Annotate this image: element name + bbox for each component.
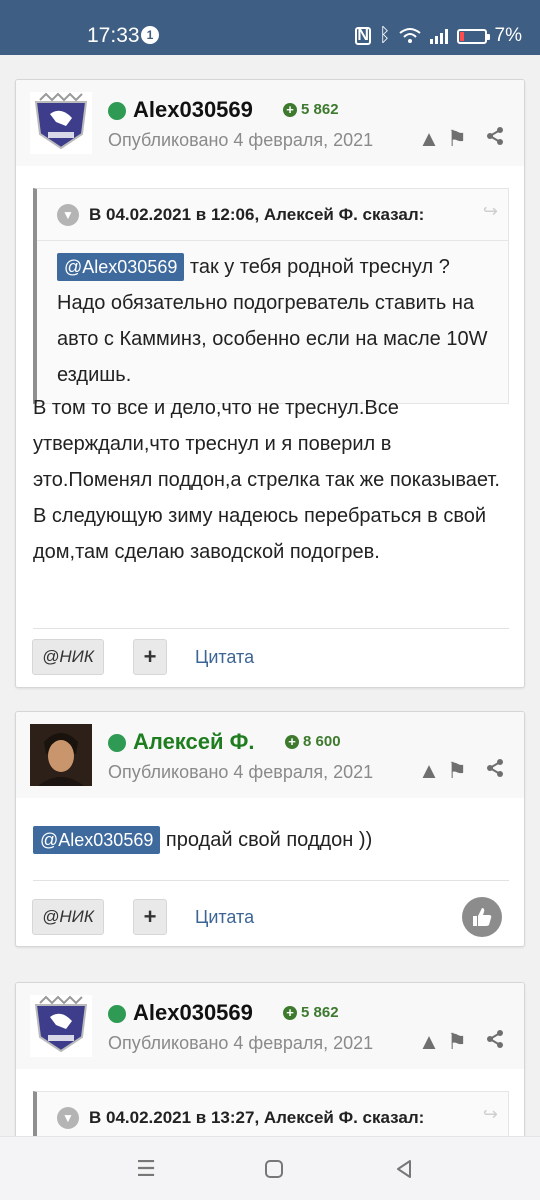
plus-icon: + — [285, 734, 299, 749]
post-card: Алексей Ф. + 8 600 Опубликовано 4 феврал… — [15, 711, 525, 947]
post-date[interactable]: Опубликовано 4 февраля, 2021 — [108, 1031, 373, 1055]
quote-body: @Alex030569 так у тебя родной треснул ? … — [37, 241, 508, 403]
like-icon[interactable] — [462, 897, 502, 937]
online-indicator — [108, 734, 126, 752]
report-icon[interactable]: ▲ — [416, 126, 442, 152]
gaz-logo-icon — [30, 995, 92, 1057]
mention-nick-button[interactable]: @НИК — [32, 899, 104, 935]
avatar[interactable] — [30, 92, 92, 154]
share-icon[interactable] — [482, 758, 508, 784]
avatar[interactable] — [30, 724, 92, 786]
gaz-logo-icon — [30, 92, 92, 154]
post-date[interactable]: Опубликовано 4 февраля, 2021 — [108, 128, 373, 152]
post-card: Alex030569 + 5 862 Опубликовано 4 феврал… — [15, 79, 525, 688]
quote-link-icon[interactable]: ↪ — [483, 201, 498, 222]
report-icon[interactable]: ▲ — [416, 1029, 442, 1055]
system-navigation-bar: ☰ — [0, 1136, 540, 1200]
divider — [33, 880, 509, 881]
online-indicator — [108, 1005, 126, 1023]
plus-icon: + — [283, 1005, 297, 1020]
flag-icon[interactable]: ⚑ — [444, 758, 470, 784]
chevron-down-icon[interactable]: ▼ — [57, 204, 79, 226]
share-icon[interactable] — [482, 1029, 508, 1055]
post-text: продай свой поддон )) — [165, 829, 373, 851]
post-header: Alex030569 + 5 862 Опубликовано 4 феврал… — [16, 80, 524, 166]
post-body: @Alex030569 продай свой поддон )) — [33, 822, 513, 858]
signal-icon — [429, 29, 448, 44]
quote-button[interactable]: Цитата — [195, 645, 254, 669]
nfc-icon: N — [355, 27, 372, 45]
post-date[interactable]: Опубликовано 4 февраля, 2021 — [108, 760, 373, 784]
flag-icon[interactable]: ⚑ — [444, 126, 470, 152]
reputation-value: 5 862 — [301, 1004, 339, 1021]
flag-icon[interactable]: ⚑ — [444, 1029, 470, 1055]
online-indicator — [108, 102, 126, 120]
quote-header: ▼ В 04.02.2021 в 12:06, Алексей Ф. сказа… — [37, 189, 508, 241]
reputation-value: 5 862 — [301, 101, 339, 118]
reputation-badge: + 5 862 — [283, 1004, 339, 1021]
user-photo-icon — [30, 724, 92, 786]
menu-icon[interactable]: ☰ — [134, 1157, 158, 1181]
notification-count-badge: 1 — [141, 26, 159, 44]
reputation-badge: + 5 862 — [283, 101, 339, 118]
quote-button[interactable]: Цитата — [195, 905, 254, 929]
mention-link[interactable]: @Alex030569 — [57, 253, 185, 281]
reputation-value: 8 600 — [303, 733, 341, 750]
post-card: Alex030569 + 5 862 Опубликовано 4 феврал… — [15, 982, 525, 1152]
wifi-icon — [398, 28, 421, 43]
multiquote-button[interactable]: + — [133, 899, 167, 935]
quote-title: В 04.02.2021 в 12:06, Алексей Ф. сказал: — [89, 205, 425, 224]
quote-title: В 04.02.2021 в 13:27, Алексей Ф. сказал: — [89, 1108, 425, 1127]
quote-block: ▼ В 04.02.2021 в 12:06, Алексей Ф. сказа… — [33, 188, 509, 404]
mention-nick-button[interactable]: @НИК — [32, 639, 104, 675]
avatar[interactable] — [30, 995, 92, 1057]
post-paragraph: В том то все и дело,что не треснул.Все у… — [33, 397, 500, 491]
back-icon[interactable] — [392, 1157, 416, 1181]
status-icons: N ᛒ 7% — [355, 24, 522, 48]
post-header: Алексей Ф. + 8 600 Опубликовано 4 феврал… — [16, 712, 524, 798]
multiquote-button[interactable]: + — [133, 639, 167, 675]
battery-percent: 7% — [494, 25, 522, 46]
share-icon[interactable] — [482, 126, 508, 152]
post-body: В том то все и дело,что не треснул.Все у… — [33, 390, 513, 570]
chevron-down-icon[interactable]: ▼ — [57, 1107, 79, 1129]
mention-link[interactable]: @Alex030569 — [33, 826, 161, 854]
reputation-badge: + 8 600 — [285, 733, 341, 750]
battery-icon — [456, 28, 490, 44]
home-icon[interactable] — [262, 1157, 286, 1181]
post-header: Alex030569 + 5 862 Опубликовано 4 феврал… — [16, 983, 524, 1069]
post-paragraph: В следующую зиму надеюсь перебраться в с… — [33, 505, 487, 563]
author-name[interactable]: Alex030569 — [133, 999, 253, 1027]
author-name[interactable]: Alex030569 — [133, 96, 253, 124]
status-time: 17:33 — [87, 24, 140, 47]
quote-link-icon[interactable]: ↪ — [483, 1104, 498, 1125]
status-bar: 17:33 1 N ᛒ 7% — [0, 0, 540, 55]
divider — [33, 628, 509, 629]
author-name[interactable]: Алексей Ф. — [133, 728, 255, 756]
plus-icon: + — [283, 102, 297, 117]
bluetooth-icon: ᛒ — [379, 25, 391, 46]
report-icon[interactable]: ▲ — [416, 758, 442, 784]
